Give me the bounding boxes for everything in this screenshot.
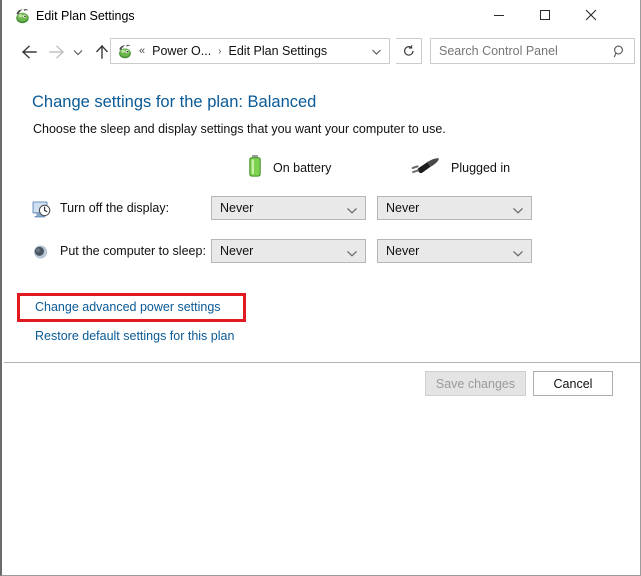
cancel-button[interactable]: Cancel — [533, 371, 613, 396]
forward-button[interactable] — [44, 39, 70, 65]
minimize-button[interactable] — [476, 0, 521, 30]
title-bar: Edit Plan Settings — [2, 0, 640, 32]
dropdown-value: Never — [386, 201, 420, 215]
page-subtitle: Choose the sleep and display settings th… — [33, 122, 446, 136]
refresh-icon — [403, 45, 414, 56]
back-arrow-icon — [22, 45, 37, 59]
sleep-plugged-in-dropdown[interactable]: Never — [377, 239, 532, 263]
chevron-down-icon — [512, 203, 524, 214]
breadcrumb-overflow-icon[interactable]: « — [139, 45, 145, 57]
chevron-down-icon — [512, 246, 524, 257]
dropdown-value: Never — [220, 244, 254, 258]
setting-label: Put the computer to sleep: — [60, 244, 206, 258]
refresh-button[interactable] — [396, 38, 422, 64]
power-plug-icon — [409, 155, 441, 182]
setting-label: Turn off the display: — [60, 201, 170, 215]
chevron-down-icon — [73, 50, 83, 56]
breadcrumb-segment-power-options[interactable]: Power O... — [152, 44, 211, 58]
display-on-battery-dropdown[interactable]: Never — [211, 196, 366, 220]
footer-bar: Save changes Cancel — [4, 363, 640, 405]
maximize-button[interactable] — [522, 0, 567, 30]
minimize-icon — [493, 15, 504, 16]
search-input[interactable]: Search Control Panel — [439, 44, 558, 58]
search-control-panel-box[interactable]: Search Control Panel — [430, 38, 635, 64]
maximize-icon — [539, 10, 550, 20]
column-header-label: On battery — [273, 161, 332, 175]
address-bar[interactable]: « Power O... › Edit Plan Settings — [110, 38, 390, 64]
chevron-down-icon — [346, 246, 358, 257]
breadcrumb-segment-edit-plan-settings[interactable]: Edit Plan Settings — [229, 44, 328, 58]
link-change-advanced-power-settings[interactable]: Change advanced power settings — [35, 300, 221, 314]
search-icon[interactable] — [612, 44, 627, 59]
power-plan-icon — [13, 7, 31, 25]
chevron-down-icon — [346, 203, 358, 214]
window-empty-area — [4, 405, 640, 575]
close-icon — [585, 9, 596, 21]
column-header-label: Plugged in — [451, 161, 511, 175]
close-button[interactable] — [568, 0, 613, 30]
chevron-down-icon — [372, 49, 381, 55]
save-changes-button[interactable]: Save changes — [425, 371, 526, 396]
dropdown-value: Never — [220, 201, 254, 215]
display-clock-icon — [31, 199, 51, 219]
main-content: Change settings for the plan: Balanced C… — [4, 72, 640, 362]
dropdown-value: Never — [386, 244, 420, 258]
sleep-on-battery-dropdown[interactable]: Never — [211, 239, 366, 263]
forward-arrow-icon — [49, 45, 64, 59]
breadcrumb-separator-icon: › — [218, 45, 222, 57]
edit-plan-settings-window: Edit Plan Settings « Power O... › Edit P… — [0, 0, 641, 576]
battery-icon — [247, 154, 263, 183]
sleep-moon-icon — [31, 242, 51, 262]
display-plugged-in-dropdown[interactable]: Never — [377, 196, 532, 220]
window-title: Edit Plan Settings — [36, 9, 135, 23]
address-dropdown-button[interactable] — [370, 45, 383, 58]
link-restore-default-settings[interactable]: Restore default settings for this plan — [35, 329, 234, 343]
recent-pages-button[interactable] — [68, 39, 88, 65]
column-header-plugged-in: Plugged in — [409, 156, 510, 180]
cancel-label: Cancel — [553, 376, 593, 391]
save-changes-label: Save changes — [435, 376, 516, 391]
column-header-on-battery: On battery — [247, 154, 332, 183]
up-arrow-icon — [96, 45, 108, 59]
back-button[interactable] — [16, 39, 42, 65]
power-plan-icon — [116, 43, 133, 60]
page-title: Change settings for the plan: Balanced — [32, 93, 317, 111]
